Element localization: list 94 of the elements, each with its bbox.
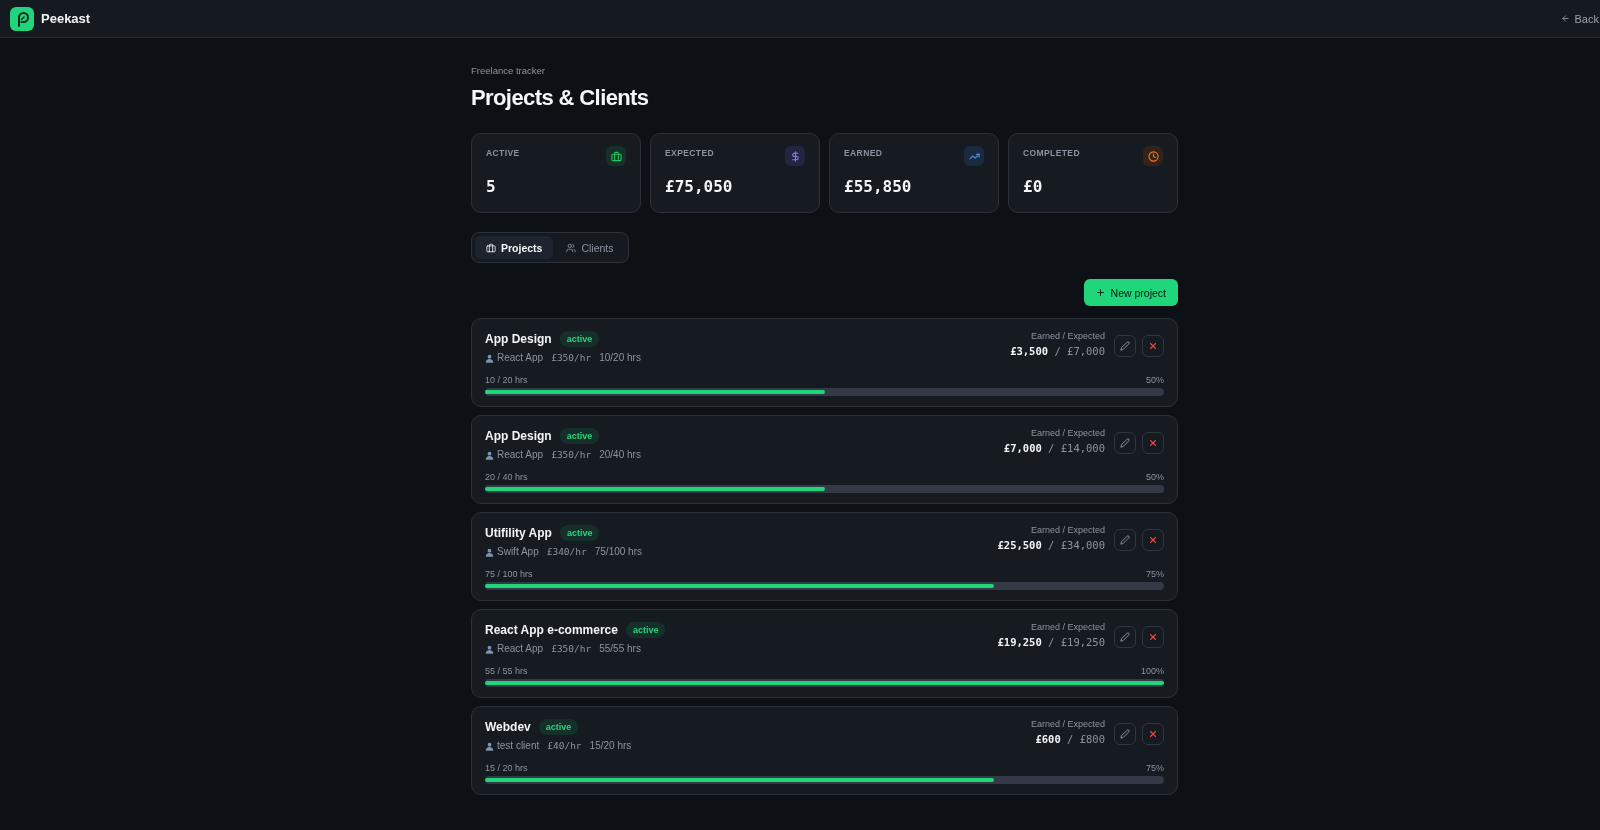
hourly-rate: £350/hr <box>551 448 592 462</box>
progress-label: 10 / 20 hrs <box>485 374 528 386</box>
progress-percent: 50% <box>1146 471 1164 483</box>
trend-up-icon <box>964 146 984 166</box>
close-icon <box>1148 341 1158 351</box>
edit-button[interactable] <box>1114 432 1136 454</box>
delete-button[interactable] <box>1142 335 1164 357</box>
briefcase-icon <box>486 242 496 253</box>
client-name: test client <box>497 739 540 753</box>
status-badge: active <box>559 428 600 444</box>
pencil-icon <box>1120 341 1130 351</box>
users-icon <box>566 242 577 253</box>
stat-label: ACTIVE <box>486 147 520 160</box>
client-name: React App <box>497 642 544 656</box>
client-name: Swift App <box>497 545 539 559</box>
pencil-icon <box>1120 438 1130 448</box>
pencil-icon <box>1120 729 1130 739</box>
stat-value: £75,050 <box>665 176 734 198</box>
hours-text: 75/100 hrs <box>594 545 642 559</box>
earned-expected-amounts: £19,250 / £19,250 <box>997 635 1105 650</box>
hourly-rate: £350/hr <box>551 642 592 656</box>
hourly-rate: £340/hr <box>546 545 587 559</box>
briefcase-icon <box>606 146 626 166</box>
stat-value: £55,850 <box>844 176 913 198</box>
clock-icon <box>1143 146 1163 166</box>
project-title: React App e-commerce <box>485 623 618 637</box>
delete-button[interactable] <box>1142 432 1164 454</box>
earned-expected-amounts: £25,500 / £34,000 <box>997 538 1105 553</box>
delete-button[interactable] <box>1142 626 1164 648</box>
person-icon <box>485 547 494 557</box>
status-badge: active <box>538 719 579 735</box>
progress-label: 55 / 55 hrs <box>485 665 528 677</box>
amounts-label: Earned / Expected <box>1029 427 1105 440</box>
back-link[interactable]: Back <box>1560 12 1600 25</box>
stat-value: £0 <box>1023 176 1044 198</box>
hourly-rate: £40/hr <box>547 739 582 753</box>
project-title: App Design <box>485 429 552 443</box>
progress-label: 20 / 40 hrs <box>485 471 528 483</box>
edit-button[interactable] <box>1114 626 1136 648</box>
page-title: Projects & Clients <box>471 84 650 112</box>
brand-name: Peekast <box>41 11 91 26</box>
stat-value: 5 <box>486 176 497 198</box>
amounts-label: Earned / Expected <box>1030 718 1105 731</box>
arrow-left-icon <box>1560 14 1570 23</box>
close-icon <box>1148 438 1158 448</box>
edit-button[interactable] <box>1114 723 1136 745</box>
tab[interactable]: Projects <box>475 236 554 259</box>
project-title: Utifility App <box>485 526 552 540</box>
plus-icon <box>1095 288 1105 297</box>
close-icon <box>1148 729 1158 739</box>
close-icon <box>1148 632 1158 642</box>
earned-expected-amounts: £3,500 / £7,000 <box>1010 344 1105 359</box>
progress-label: 15 / 20 hrs <box>485 762 528 774</box>
amounts-label: Earned / Expected <box>1029 524 1105 537</box>
person-icon <box>485 353 494 363</box>
status-badge: active <box>625 622 666 638</box>
close-icon <box>1148 535 1158 545</box>
delete-button[interactable] <box>1142 529 1164 551</box>
hours-text: 15/20 hrs <box>589 739 632 753</box>
person-icon <box>485 644 494 654</box>
dollar-sign-icon <box>785 146 805 166</box>
status-badge: active <box>559 331 600 347</box>
earned-expected-amounts: £7,000 / £14,000 <box>1003 441 1105 456</box>
hours-text: 10/20 hrs <box>599 351 641 365</box>
stat-label: EARNED <box>844 147 883 160</box>
edit-button[interactable] <box>1114 335 1136 357</box>
progress-percent: 100% <box>1140 665 1164 677</box>
project-title: App Design <box>485 332 552 346</box>
progress-label: 75 / 100 hrs <box>485 568 533 580</box>
status-badge: active <box>559 525 600 541</box>
earned-expected-amounts: £600 / £800 <box>1034 732 1105 747</box>
progress-percent: 50% <box>1146 374 1164 386</box>
stat-label: COMPLETED <box>1023 147 1080 160</box>
pencil-icon <box>1120 632 1130 642</box>
tab[interactable]: Clients <box>555 236 625 259</box>
edit-button[interactable] <box>1114 529 1136 551</box>
stat-label: EXPECTED <box>665 147 715 160</box>
amounts-label: Earned / Expected <box>1029 621 1105 634</box>
person-icon <box>485 741 494 751</box>
person-icon <box>485 450 494 460</box>
client-name: React App <box>497 351 544 365</box>
delete-button[interactable] <box>1142 723 1164 745</box>
hourly-rate: £350/hr <box>551 351 592 365</box>
pencil-icon <box>1120 535 1130 545</box>
progress-percent: 75% <box>1146 762 1164 774</box>
logo-icon <box>10 6 34 31</box>
client-name: React App <box>497 448 544 462</box>
project-title: Webdev <box>485 720 531 734</box>
amounts-label: Earned / Expected <box>1029 330 1105 343</box>
page-eyebrow: Freelance tracker <box>471 64 546 78</box>
hours-text: 55/55 hrs <box>599 642 641 656</box>
new-project-button[interactable]: New project <box>1083 279 1178 306</box>
hours-text: 20/40 hrs <box>599 448 641 462</box>
progress-percent: 75% <box>1146 568 1164 580</box>
